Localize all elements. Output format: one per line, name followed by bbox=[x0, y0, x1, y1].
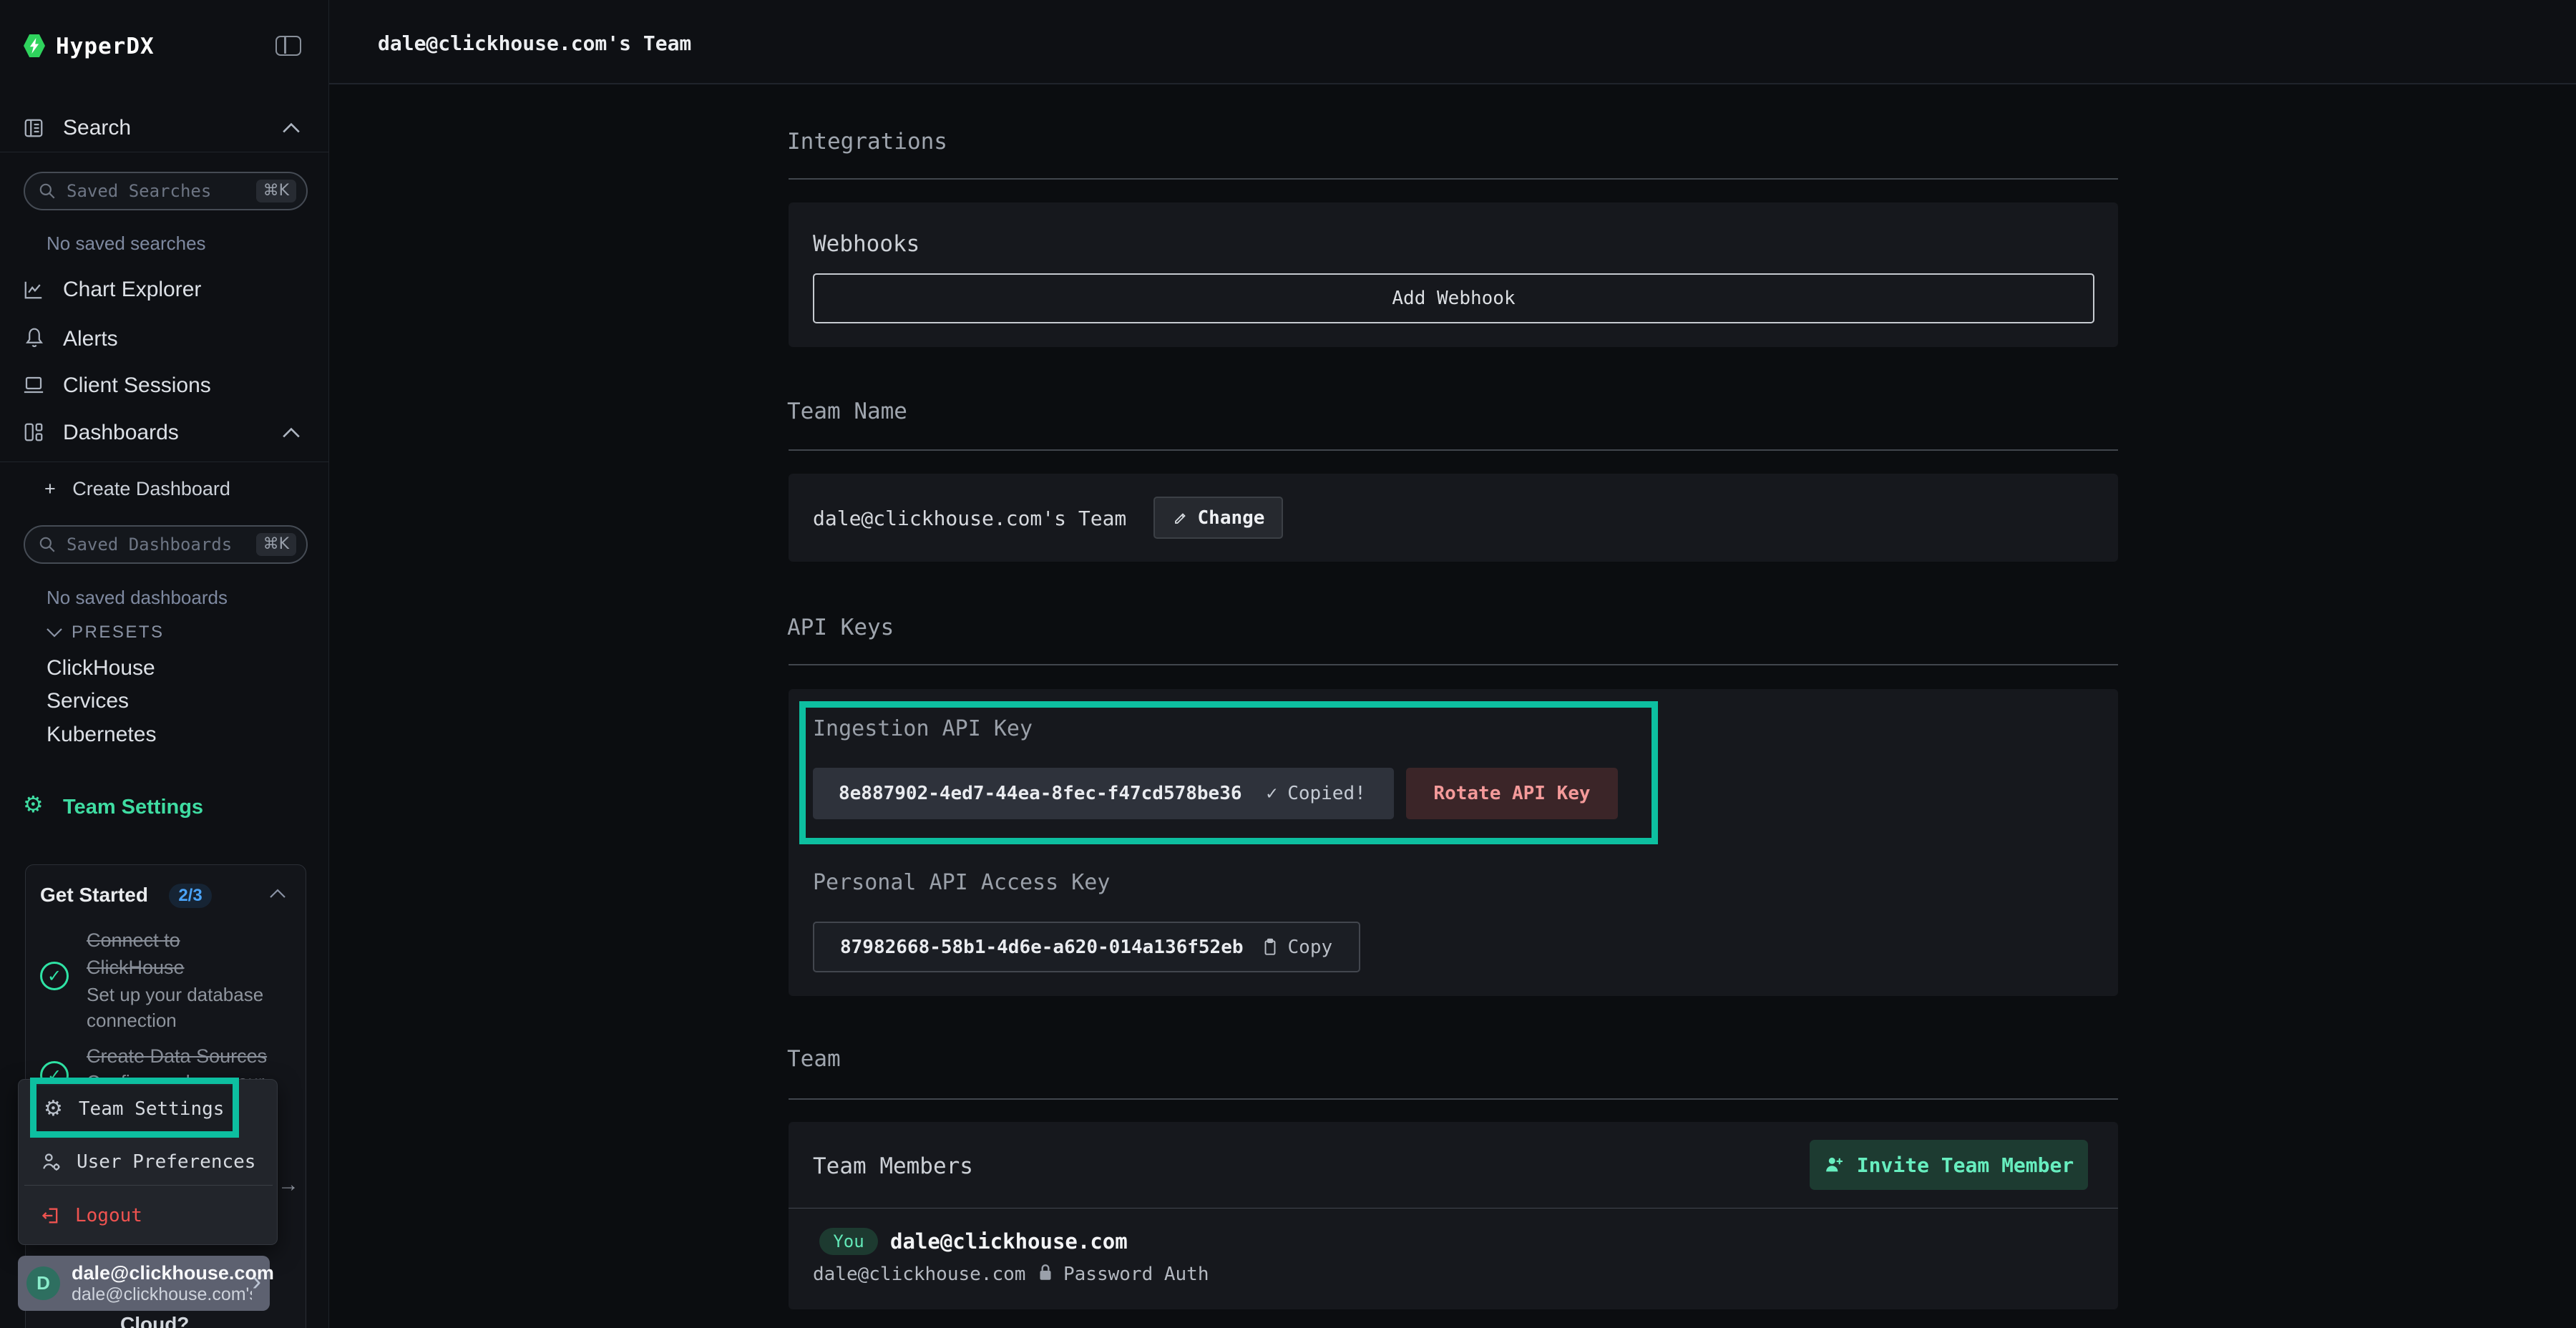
member-auth-method: Password Auth bbox=[1063, 1264, 1209, 1285]
check-glyph: ✓ bbox=[47, 966, 62, 987]
gear-icon: ⚙ bbox=[23, 791, 44, 818]
clipboard-icon bbox=[1261, 937, 1279, 957]
magnifier-icon bbox=[38, 182, 57, 200]
shortcut-badge: ⌘K bbox=[256, 180, 296, 202]
team-section-title: Team bbox=[787, 1046, 841, 1072]
sidebar-item-dashboards[interactable]: Dashboards bbox=[63, 421, 179, 445]
member-name: dale@clickhouse.com bbox=[890, 1229, 1128, 1254]
team-name-section-title: Team Name bbox=[787, 399, 907, 424]
get-started-title: Get Started bbox=[40, 884, 148, 907]
personal-api-key-label: Personal API Access Key bbox=[813, 870, 1110, 895]
logout-icon bbox=[41, 1206, 61, 1226]
create-dashboard-label: Create Dashboard bbox=[72, 478, 230, 499]
personal-key-box[interactable]: 87982668-58b1-4d6e-a620-014a136f52eb Cop… bbox=[813, 922, 1360, 972]
webhooks-card: Webhooks Add Webhook bbox=[789, 202, 2118, 347]
sidebar-item-chart-explorer[interactable]: Chart Explorer bbox=[63, 278, 201, 302]
user-account-chip[interactable]: D dale@clickhouse.com dale@clickhouse.co… bbox=[18, 1256, 270, 1311]
user-team-name: dale@clickhouse.com's bbox=[72, 1284, 252, 1305]
chart-explorer-icon bbox=[23, 279, 44, 301]
team-members-card: Team Members Invite Team Member You dale… bbox=[789, 1122, 2118, 1309]
pencil-icon bbox=[1172, 509, 1189, 527]
dashboards-icon bbox=[23, 421, 44, 443]
saved-searches-input-wrap: ⌘K bbox=[24, 172, 308, 210]
clipped-cloud-link[interactable]: Cloud? bbox=[120, 1313, 189, 1328]
page-header: dale@clickhouse.com's Team bbox=[329, 0, 2576, 84]
personal-key-value: 87982668-58b1-4d6e-a620-014a136f52eb bbox=[840, 937, 1244, 958]
invite-label: Invite Team Member bbox=[1857, 1153, 2074, 1177]
card-divider bbox=[789, 1208, 2118, 1209]
sidebar-item-client-sessions[interactable]: Client Sessions bbox=[63, 374, 211, 398]
add-webhook-button[interactable]: Add Webhook bbox=[813, 273, 2094, 323]
member-email: dale@clickhouse.com bbox=[813, 1264, 1025, 1285]
sidebar-item-alerts[interactable]: Alerts bbox=[63, 327, 118, 351]
api-keys-section-title: API Keys bbox=[787, 615, 894, 640]
presets-chevron-down-icon[interactable] bbox=[46, 627, 63, 638]
avatar: D bbox=[26, 1266, 60, 1300]
app-title: HyperDX bbox=[56, 34, 155, 59]
saved-searches-input[interactable] bbox=[65, 180, 256, 202]
presets-header[interactable]: PRESETS bbox=[72, 622, 165, 643]
hyperdx-logo-icon bbox=[24, 34, 45, 58]
alerts-bell-icon bbox=[24, 326, 45, 349]
user-gear-icon bbox=[41, 1151, 62, 1173]
magnifier-icon bbox=[38, 535, 57, 554]
no-saved-searches-text: No saved searches bbox=[47, 233, 206, 255]
menu-user-preferences-label: User Preferences bbox=[77, 1151, 255, 1173]
team-name-card: dale@clickhouse.com's Team Change bbox=[789, 474, 2118, 562]
copy-label: Copy bbox=[1288, 937, 1333, 958]
menu-divider bbox=[24, 1185, 273, 1186]
section-divider bbox=[789, 449, 2118, 451]
user-email: dale@clickhouse.com bbox=[72, 1262, 252, 1284]
saved-dashboards-input-wrap: ⌘K bbox=[24, 525, 308, 564]
team-members-title: Team Members bbox=[813, 1153, 973, 1179]
get-started-step-2-title[interactable]: Create Data Sources bbox=[87, 1043, 308, 1070]
app-root: HyperDX Search ⌘K No saved searches Char… bbox=[0, 0, 2576, 1328]
menu-item-user-preferences[interactable]: User Preferences bbox=[31, 1144, 267, 1180]
preset-services[interactable]: Services bbox=[47, 689, 129, 713]
change-label: Change bbox=[1198, 507, 1265, 529]
sidebar-section-search[interactable]: Search bbox=[63, 116, 131, 140]
section-divider bbox=[789, 1098, 2118, 1100]
client-sessions-laptop-icon bbox=[23, 375, 44, 395]
webhooks-title: Webhooks bbox=[813, 231, 919, 257]
page-title: dale@clickhouse.com's Team bbox=[378, 31, 691, 55]
annotation-ingestion-key-highlight bbox=[799, 701, 1658, 844]
section-divider bbox=[789, 664, 2118, 665]
invite-team-member-button[interactable]: Invite Team Member bbox=[1810, 1140, 2088, 1190]
menu-item-logout[interactable]: Logout bbox=[31, 1198, 267, 1234]
preset-kubernetes[interactable]: Kubernetes bbox=[47, 723, 156, 747]
arrow-right-icon[interactable]: → bbox=[278, 1173, 299, 1197]
get-started-chevron-up-icon[interactable] bbox=[269, 888, 286, 899]
team-name-value: dale@clickhouse.com's Team bbox=[813, 507, 1126, 530]
search-chevron-up-icon[interactable] bbox=[282, 122, 301, 135]
create-dashboard-button[interactable]: + Create Dashboard bbox=[44, 478, 230, 500]
dashboards-chevron-up-icon[interactable] bbox=[282, 426, 301, 439]
saved-dashboards-input[interactable] bbox=[65, 534, 256, 555]
person-plus-icon bbox=[1824, 1154, 1845, 1176]
step-complete-check-icon: ✓ bbox=[40, 962, 69, 990]
section-divider bbox=[789, 178, 2118, 180]
search-section-icon bbox=[23, 117, 44, 139]
get-started-step-1-title[interactable]: Connect to ClickHouse bbox=[87, 927, 237, 981]
change-team-name-button[interactable]: Change bbox=[1153, 497, 1283, 539]
sidebar-collapse-icon[interactable] bbox=[275, 36, 301, 56]
you-badge: You bbox=[819, 1228, 878, 1255]
annotation-team-settings-highlight bbox=[30, 1078, 239, 1138]
chevron-right-icon: › bbox=[252, 1268, 261, 1295]
sidebar-item-team-settings[interactable]: Team Settings bbox=[63, 796, 203, 819]
menu-logout-label: Logout bbox=[75, 1205, 142, 1226]
get-started-step-1-subtitle: Set up your database connection bbox=[87, 982, 287, 1033]
sidebar: HyperDX Search ⌘K No saved searches Char… bbox=[0, 0, 329, 1328]
no-saved-dashboards-text: No saved dashboards bbox=[47, 587, 228, 609]
shortcut-badge: ⌘K bbox=[256, 533, 296, 556]
progress-badge: 2/3 bbox=[169, 884, 212, 908]
lock-icon bbox=[1038, 1262, 1053, 1282]
preset-clickhouse[interactable]: ClickHouse bbox=[47, 656, 155, 680]
plus-icon: + bbox=[44, 478, 56, 499]
integrations-section-title: Integrations bbox=[787, 129, 947, 155]
